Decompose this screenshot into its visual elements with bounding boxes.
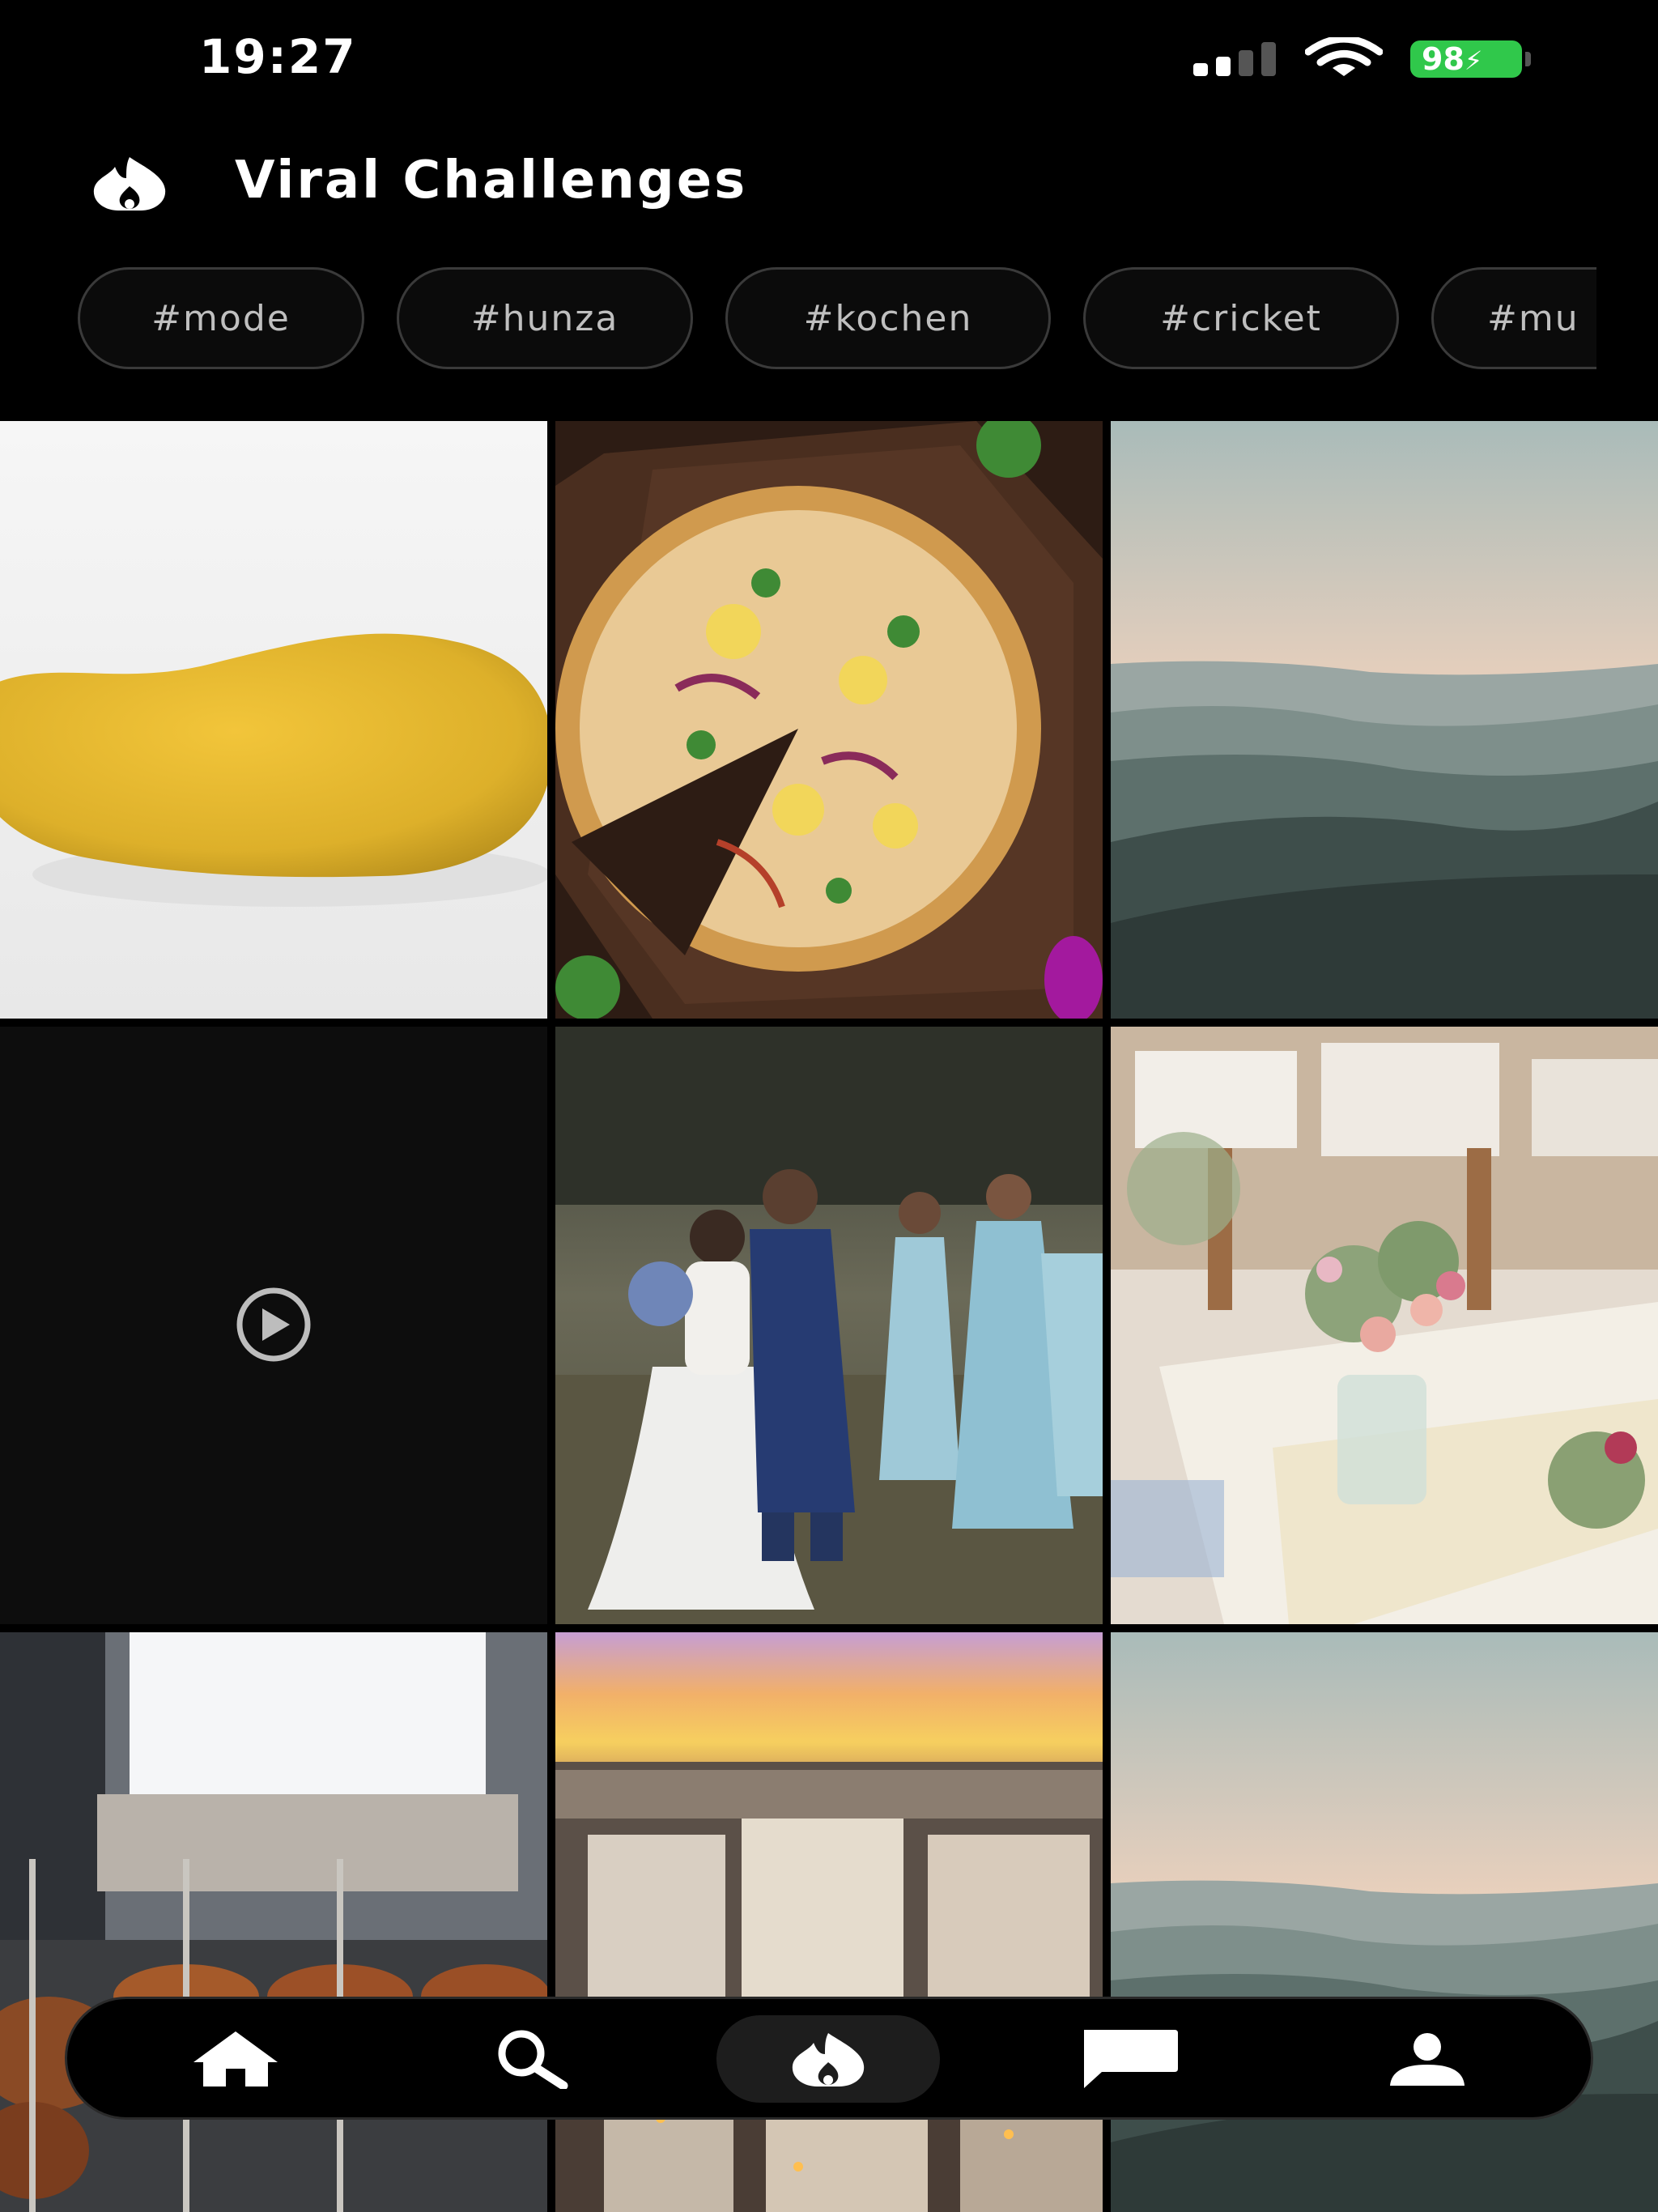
nav-messages-button[interactable] — [1056, 2015, 1202, 2103]
grid-item-pizza[interactable] — [555, 421, 1103, 1019]
grid-item-skewers[interactable] — [0, 1632, 547, 2212]
hashtag-chip-cricket[interactable]: #cricket — [1083, 267, 1399, 369]
status-time: 19:27 — [199, 29, 357, 84]
page-title: Viral Challenges — [235, 151, 748, 211]
flame-logo-icon — [93, 157, 166, 211]
profile-icon — [1390, 2033, 1465, 2086]
grid-item-floral-table[interactable] — [1111, 1027, 1658, 1624]
flame-icon — [792, 2033, 865, 2087]
chat-icon — [1084, 2030, 1178, 2088]
grid-item-wedding[interactable] — [555, 1027, 1103, 1624]
nav-challenges-button[interactable] — [716, 2015, 940, 2103]
grid-item-mountains-2[interactable] — [1111, 1632, 1658, 2212]
bottom-navigation — [65, 1997, 1593, 2120]
nav-search-button[interactable] — [457, 2015, 603, 2103]
nav-profile-button[interactable] — [1354, 2015, 1500, 2103]
search-icon — [498, 2030, 568, 2089]
grid-item-city-sunset[interactable] — [555, 1632, 1103, 2212]
status-bar: 19:27 98⚡ — [0, 0, 1658, 121]
media-grid — [0, 421, 1658, 2212]
play-circle-icon[interactable] — [0, 1027, 547, 1624]
hashtag-chip-mode[interactable]: #mode — [78, 267, 364, 369]
battery-level: 98 — [1422, 41, 1465, 77]
hashtag-filter-bar: #mode #hunza #kochen #cricket #mu — [78, 267, 1596, 372]
grid-item-video[interactable] — [0, 1027, 547, 1624]
home-icon — [193, 2031, 278, 2087]
cellular-signal-icon — [1193, 42, 1279, 76]
grid-item-mango[interactable] — [0, 421, 547, 1019]
nav-home-button[interactable] — [163, 2015, 308, 2103]
battery-indicator: 98⚡ — [1410, 40, 1522, 78]
hashtag-chip-mu[interactable]: #mu — [1431, 267, 1596, 369]
hashtag-chip-kochen[interactable]: #kochen — [725, 267, 1051, 369]
charging-bolt-icon: ⚡ — [1464, 45, 1483, 76]
battery-tip — [1525, 52, 1531, 66]
wifi-icon — [1305, 37, 1383, 76]
grid-item-mountains[interactable] — [1111, 421, 1658, 1019]
hashtag-chip-hunza[interactable]: #hunza — [397, 267, 693, 369]
